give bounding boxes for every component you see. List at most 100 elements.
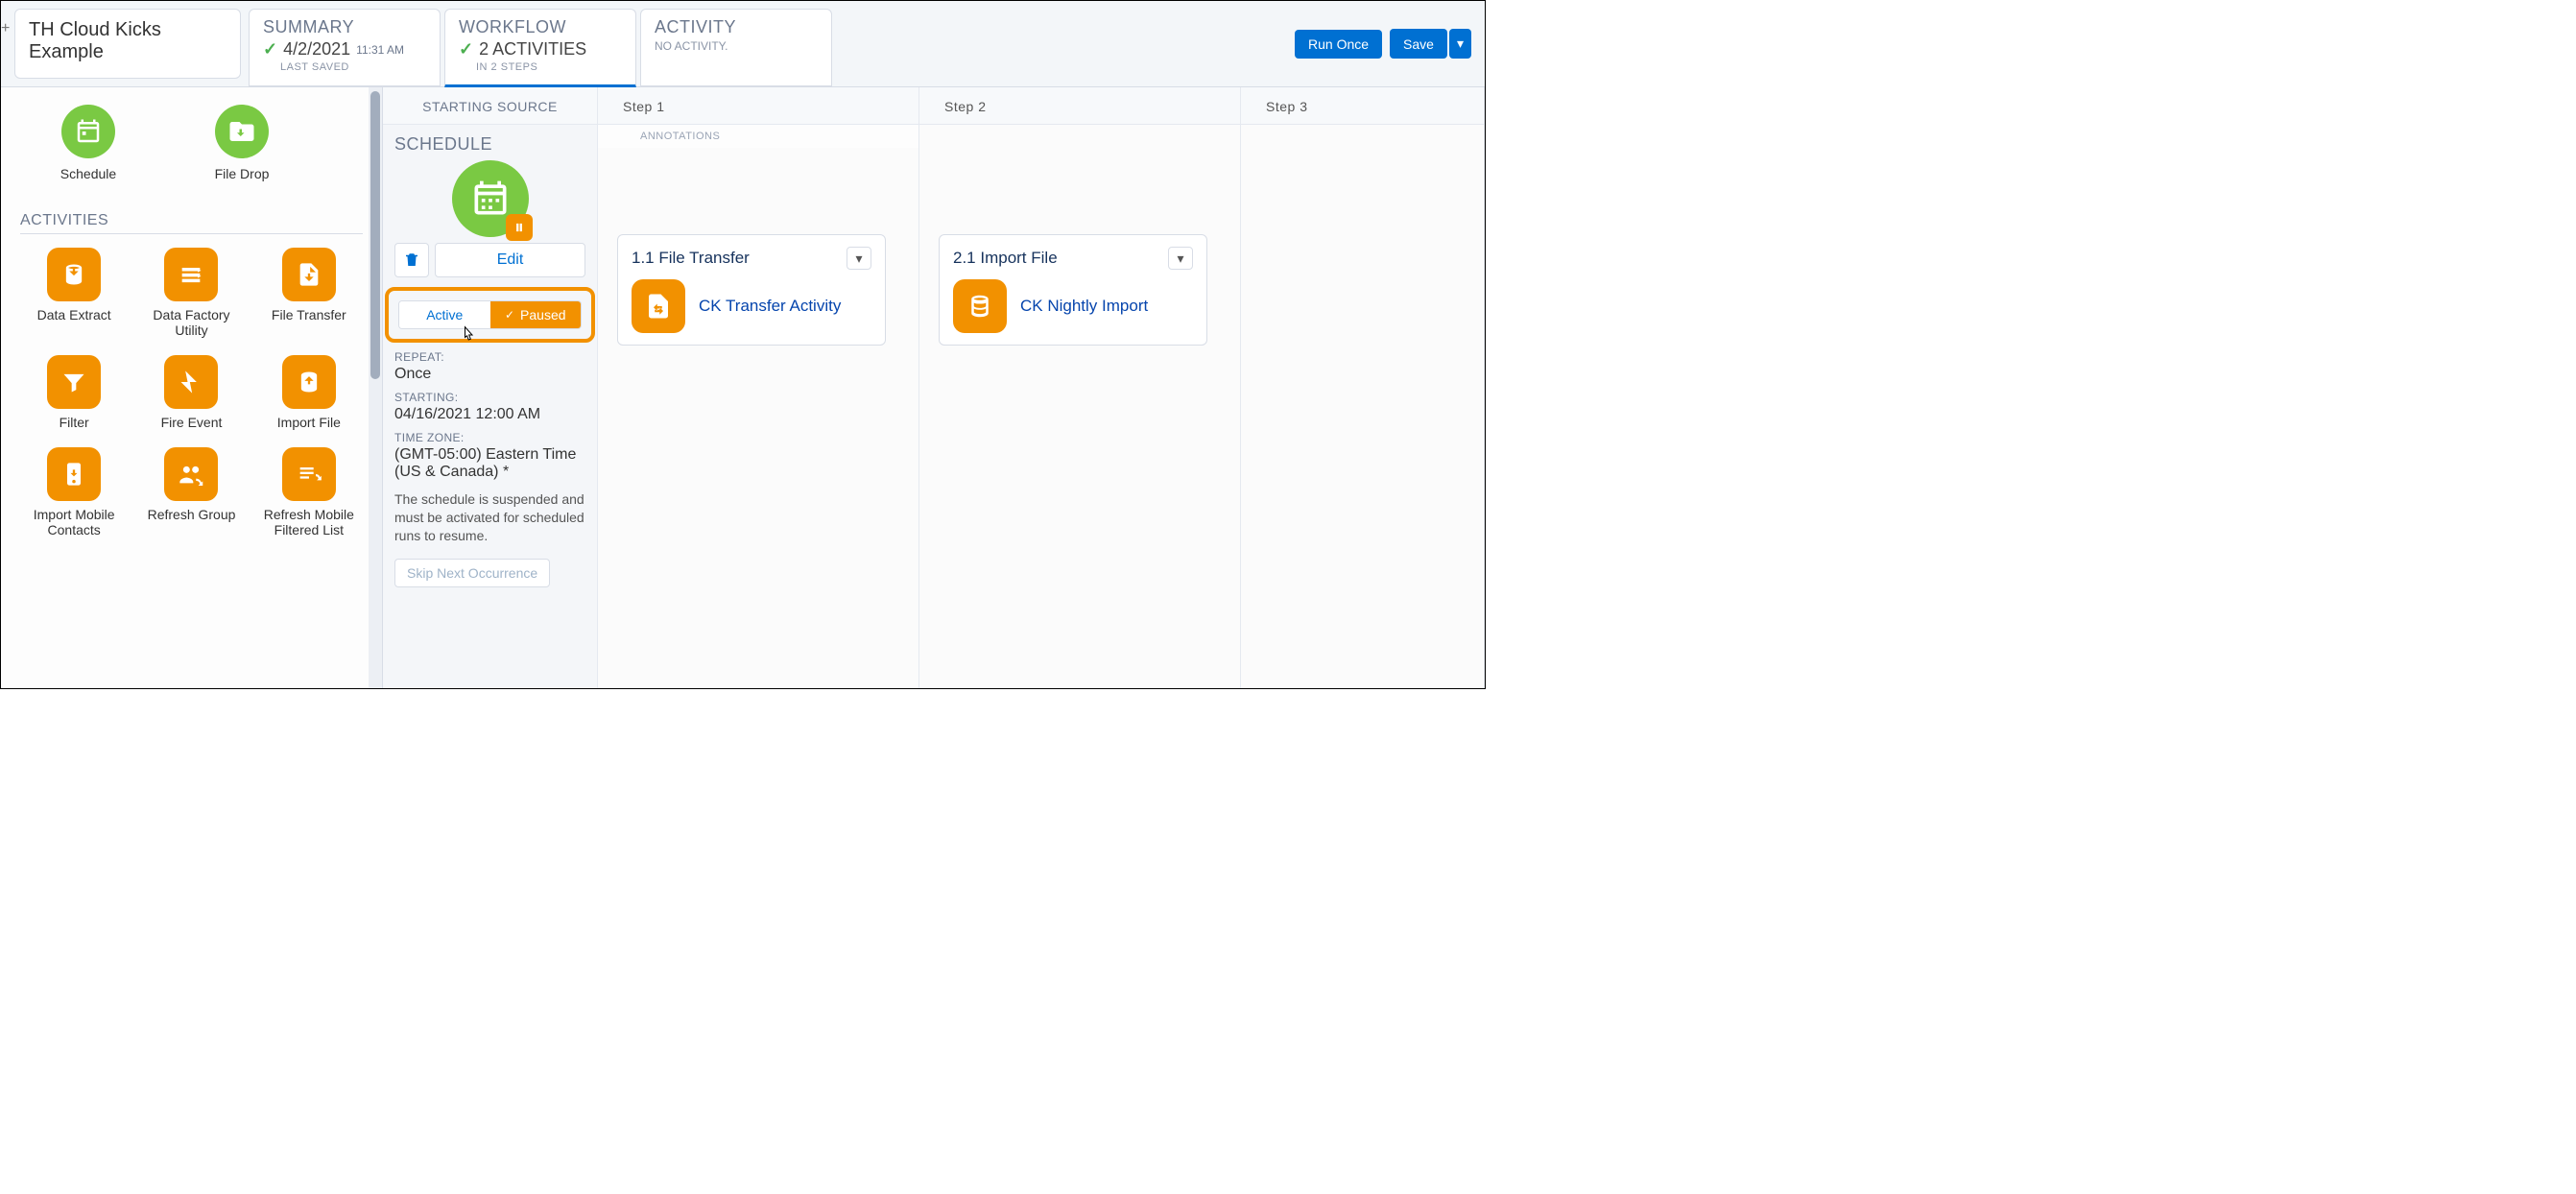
summary-date: 4/2/2021 — [283, 39, 350, 60]
palette-panel: Schedule File Drop ACTIVITIES Data Extra… — [1, 87, 383, 688]
activity-label: Data Factory Utility — [137, 307, 245, 338]
activity-refresh-group[interactable]: Refresh Group — [137, 447, 245, 537]
import-file-icon — [282, 355, 336, 409]
file-transfer-icon — [282, 248, 336, 301]
chevron-down-icon: ▾ — [855, 251, 862, 267]
workflow-count: 2 ACTIVITIES — [479, 39, 586, 60]
folder-download-icon — [215, 105, 269, 158]
source-filedrop[interactable]: File Drop — [199, 105, 285, 181]
activity-filter[interactable]: Filter — [20, 355, 128, 430]
activity-label: Refresh Mobile Filtered List — [255, 507, 363, 537]
step1-activity-title: 1.1 File Transfer — [632, 249, 750, 268]
step-1-header: Step 1 — [598, 87, 918, 125]
tab-summary-label: SUMMARY — [263, 17, 426, 37]
cursor-pointer-icon — [458, 323, 477, 351]
activity-data-factory[interactable]: Data Factory Utility — [137, 248, 245, 338]
activities-header: ACTIVITIES — [20, 199, 363, 234]
activity-label: Fire Event — [137, 415, 245, 430]
activity-file-transfer[interactable]: File Transfer — [255, 248, 363, 338]
skip-next-occurrence-button[interactable]: Skip Next Occurrence — [394, 559, 550, 587]
automation-title: TH Cloud Kicks Example — [29, 19, 161, 62]
repeat-label: REPEAT: — [394, 350, 585, 364]
summary-time: 11:31 AM — [356, 43, 404, 57]
main-area: Schedule File Drop ACTIVITIES Data Extra… — [1, 87, 1485, 688]
starting-source-header: STARTING SOURCE — [383, 87, 597, 125]
import-file-icon — [953, 279, 1007, 333]
chevron-down-icon: ▾ — [1177, 251, 1183, 267]
edit-schedule-button[interactable]: Edit — [435, 243, 585, 277]
activity-label: Refresh Group — [137, 507, 245, 522]
calendar-icon — [61, 105, 115, 158]
pause-icon — [506, 214, 533, 241]
starting-value: 04/16/2021 12:00 AM — [394, 406, 585, 423]
schedule-note: The schedule is suspended and must be ac… — [394, 490, 585, 545]
status-toggle-highlight: Active ✓ Paused — [385, 287, 595, 343]
step-3-header: Step 3 — [1241, 87, 1484, 125]
activity-import-file[interactable]: Import File — [255, 355, 363, 430]
save-button[interactable]: Save — [1390, 29, 1447, 59]
activity-refresh-mobile[interactable]: Refresh Mobile Filtered List — [255, 447, 363, 537]
activity-fire-event[interactable]: Fire Event — [137, 355, 245, 430]
filter-icon — [47, 355, 101, 409]
step1-activity-card[interactable]: 1.1 File Transfer ▾ CK Transfer Activity — [617, 234, 886, 346]
tab-activity-label: ACTIVITY — [655, 17, 818, 37]
workflow-canvas: STARTING SOURCE SCHEDULE Edit — [383, 87, 1485, 688]
refresh-mobile-icon — [282, 447, 336, 501]
add-tab-handle[interactable]: + — [1, 1, 9, 86]
tab-summary[interactable]: SUMMARY ✓ 4/2/2021 11:31 AM LAST SAVED — [249, 9, 441, 86]
run-once-button[interactable]: Run Once — [1295, 30, 1382, 59]
status-paused-option[interactable]: ✓ Paused — [490, 301, 582, 328]
activity-label: File Transfer — [255, 307, 363, 322]
summary-sub: LAST SAVED — [263, 61, 426, 73]
step-3-column[interactable]: Step 3 . — [1241, 87, 1485, 688]
check-icon: ✓ — [263, 39, 277, 60]
save-dropdown-button[interactable]: ▾ — [1449, 29, 1471, 59]
refresh-group-icon — [164, 447, 218, 501]
activities-grid: Data Extract Data Factory Utility File T… — [20, 248, 363, 537]
scrollbar-thumb[interactable] — [370, 91, 380, 379]
step2-activity-card[interactable]: 2.1 Import File ▾ CK Nightly Import — [939, 234, 1207, 346]
starting-sources-row: Schedule File Drop — [20, 97, 363, 199]
top-bar: + TH Cloud Kicks Example SUMMARY ✓ 4/2/2… — [1, 1, 1485, 87]
activity-label: Import File — [255, 415, 363, 430]
starting-label: STARTING: — [394, 391, 585, 404]
timezone-label: TIME ZONE: — [394, 431, 585, 444]
schedule-icon-wrap — [394, 160, 585, 237]
file-transfer-icon — [632, 279, 685, 333]
source-schedule[interactable]: Schedule — [45, 105, 131, 181]
source-schedule-label: Schedule — [45, 166, 131, 181]
activity-data-extract[interactable]: Data Extract — [20, 248, 128, 338]
tab-workflow[interactable]: WORKFLOW ✓ 2 ACTIVITIES IN 2 STEPS — [444, 9, 636, 87]
step-2-column: Step 2 . 2.1 Import File ▾ CK Nightly Im — [919, 87, 1241, 688]
tab-workflow-label: WORKFLOW — [459, 17, 622, 37]
activity-sub: NO ACTIVITY. — [655, 39, 727, 53]
activity-label: Import Mobile Contacts — [20, 507, 128, 537]
data-extract-icon — [47, 248, 101, 301]
caret-down-icon: ▾ — [1457, 36, 1464, 51]
trash-icon — [403, 251, 420, 269]
step2-activity-name[interactable]: CK Nightly Import — [1020, 297, 1148, 316]
activity-import-mobile[interactable]: Import Mobile Contacts — [20, 447, 128, 537]
step-2-header: Step 2 — [919, 87, 1240, 125]
check-icon: ✓ — [459, 39, 473, 60]
step1-activity-name[interactable]: CK Transfer Activity — [699, 297, 841, 316]
top-actions: Run Once Save ▾ — [1295, 1, 1485, 86]
workflow-sub: IN 2 STEPS — [459, 61, 622, 73]
activity-label: Data Extract — [20, 307, 128, 322]
check-icon: ✓ — [505, 308, 514, 322]
tab-activity[interactable]: ACTIVITY NO ACTIVITY. — [640, 9, 832, 86]
paused-label: Paused — [520, 307, 565, 322]
starting-source-column: STARTING SOURCE SCHEDULE Edit — [383, 87, 598, 688]
automation-title-card[interactable]: TH Cloud Kicks Example — [14, 9, 241, 79]
step1-activity-menu-button[interactable]: ▾ — [847, 247, 871, 270]
step2-activity-title: 2.1 Import File — [953, 249, 1058, 268]
annotations-label: ANNOTATIONS — [598, 125, 918, 148]
schedule-title: SCHEDULE — [394, 134, 585, 155]
step2-activity-menu-button[interactable]: ▾ — [1168, 247, 1193, 270]
palette-scrollbar[interactable] — [369, 87, 382, 688]
status-segmented-control: Active ✓ Paused — [398, 300, 582, 329]
source-filedrop-label: File Drop — [199, 166, 285, 181]
step-1-column: Step 1 ANNOTATIONS 1.1 File Transfer ▾ C — [598, 87, 919, 688]
timezone-value: (GMT-05:00) Eastern Time (US & Canada) * — [394, 446, 585, 481]
delete-schedule-button[interactable] — [394, 243, 429, 277]
